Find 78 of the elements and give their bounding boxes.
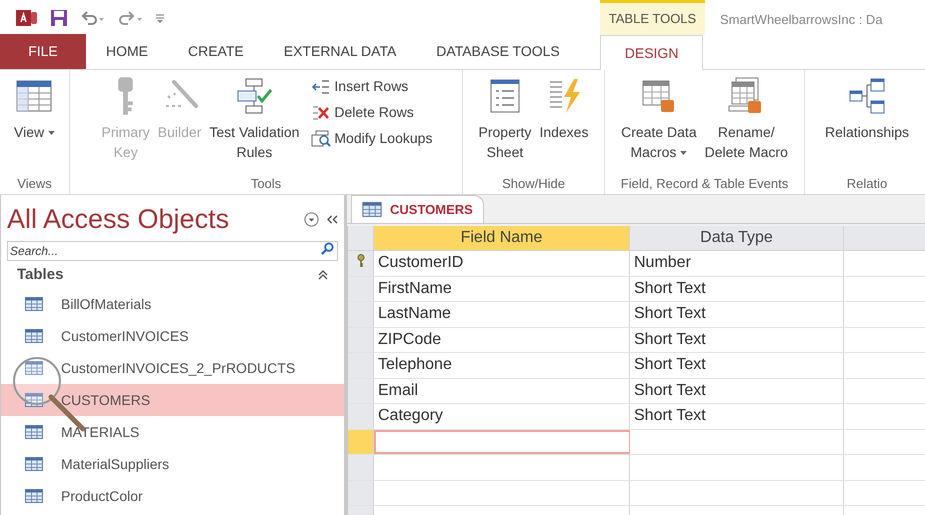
pane-title: All Access Objects: [7, 202, 230, 236]
table-cell[interactable]: Short Text: [630, 353, 844, 378]
dropdown-icon[interactable]: [304, 212, 319, 226]
table-icon: [25, 297, 43, 311]
ribbon-button[interactable]: Test Validation Rules: [207, 76, 302, 174]
table-cell[interactable]: Category: [374, 404, 630, 428]
table-icon: [25, 425, 43, 439]
table-icon: [362, 202, 382, 217]
table-list-item[interactable]: CustomerINVOICES: [1, 320, 344, 352]
search-icon[interactable]: [321, 242, 334, 255]
table-cell[interactable]: Short Text: [630, 378, 844, 403]
ribbon-button[interactable]: Rename/ Delete Macro: [702, 76, 790, 174]
table-cell[interactable]: Short Text: [630, 276, 844, 301]
table-cell[interactable]: ZIPCode: [374, 328, 630, 352]
table-list-item[interactable]: CUSTOMERS: [1, 384, 344, 416]
group-label: Views: [16, 175, 53, 193]
table-icon: [25, 457, 43, 471]
table-cell[interactable]: Short Text: [630, 302, 844, 326]
ribbon-button[interactable]: Modify Lookups: [311, 128, 432, 149]
table-cell[interactable]: Number: [630, 251, 844, 276]
group-label: Tools: [250, 175, 282, 193]
table-list-item[interactable]: MATERIALS: [1, 416, 344, 448]
table-cell[interactable]: FirstName: [374, 276, 630, 301]
access-logo-icon: [16, 8, 38, 28]
insert-rows-icon: [311, 78, 332, 96]
row-selector[interactable]: [348, 251, 374, 276]
ribbon-button[interactable]: Insert Rows: [311, 76, 432, 97]
redo-icon[interactable]: [118, 10, 144, 26]
undo-icon[interactable]: [80, 10, 106, 26]
context-tab-label: TABLE TOOLS: [600, 0, 705, 35]
table-list-item[interactable]: CustomerINVOICES_2_PrRODUCTS: [1, 352, 344, 384]
ribbon-tab[interactable]: CREATE: [168, 34, 264, 69]
table-cell[interactable]: [374, 430, 630, 454]
ribbon-button[interactable]: Create Data Macros: [619, 76, 699, 174]
column-header[interactable]: Field Name: [374, 226, 630, 250]
group-label: Field, Record & Table Events: [620, 175, 790, 193]
table-list-item[interactable]: MaterialSuppliers: [1, 448, 344, 480]
ribbon-tab[interactable]: HOME: [86, 34, 168, 69]
caret-icon: [680, 151, 688, 156]
window-title: SmartWheelbarrowsInc : Da: [720, 11, 883, 29]
column-header[interactable]: Data Type: [630, 226, 844, 250]
table-list-item[interactable]: ProductColor: [1, 480, 344, 512]
ribbon-tab[interactable]: DATABASE TOOLS: [416, 34, 580, 69]
ribbon-button[interactable]: View: [12, 76, 57, 174]
table-icon: [25, 489, 43, 503]
table-cell[interactable]: Short Text: [630, 328, 844, 352]
group-label: Relatio: [846, 175, 888, 193]
ribbon-button[interactable]: Relationships: [822, 76, 912, 174]
file-tab[interactable]: FILE: [0, 34, 86, 69]
group-label: Show/Hide: [501, 175, 566, 193]
relationships-icon: [847, 76, 887, 116]
ribbon-button[interactable]: Indexes: [537, 76, 590, 174]
table-list-item[interactable]: BillOfMaterials: [1, 288, 344, 320]
ribbon-button[interactable]: Delete Rows: [311, 102, 432, 123]
table-icon: [25, 361, 43, 375]
caret-icon: [48, 131, 55, 136]
table-cell[interactable]: Telephone: [374, 353, 630, 378]
ribbon-tab[interactable]: EXTERNAL DATA: [264, 34, 416, 69]
customize-menu-icon[interactable]: [156, 12, 164, 22]
table-cell[interactable]: CustomerID: [374, 251, 630, 276]
key-icon: [117, 76, 134, 116]
save-icon[interactable]: [50, 8, 68, 26]
lookup-icon: [311, 130, 332, 148]
table-cell[interactable]: Email: [374, 378, 630, 403]
table-icon: [25, 393, 43, 407]
document-tab[interactable]: CUSTOMERS: [351, 195, 484, 223]
collapse-pane-icon[interactable]: [327, 214, 338, 224]
table-icon: [25, 329, 43, 343]
search-field[interactable]: Search...: [7, 241, 338, 261]
delete-rows-icon: [311, 104, 332, 122]
column-header[interactable]: [844, 226, 925, 250]
section-header[interactable]: Tables: [17, 264, 64, 286]
key-icon: [356, 254, 364, 268]
ribbon-tab[interactable]: DESIGN: [600, 35, 704, 70]
table-cell[interactable]: LastName: [374, 302, 630, 326]
table-cell[interactable]: Short Text: [630, 404, 844, 428]
ribbon-button[interactable]: Property Sheet: [476, 76, 534, 174]
chevron-icon[interactable]: [318, 270, 328, 280]
